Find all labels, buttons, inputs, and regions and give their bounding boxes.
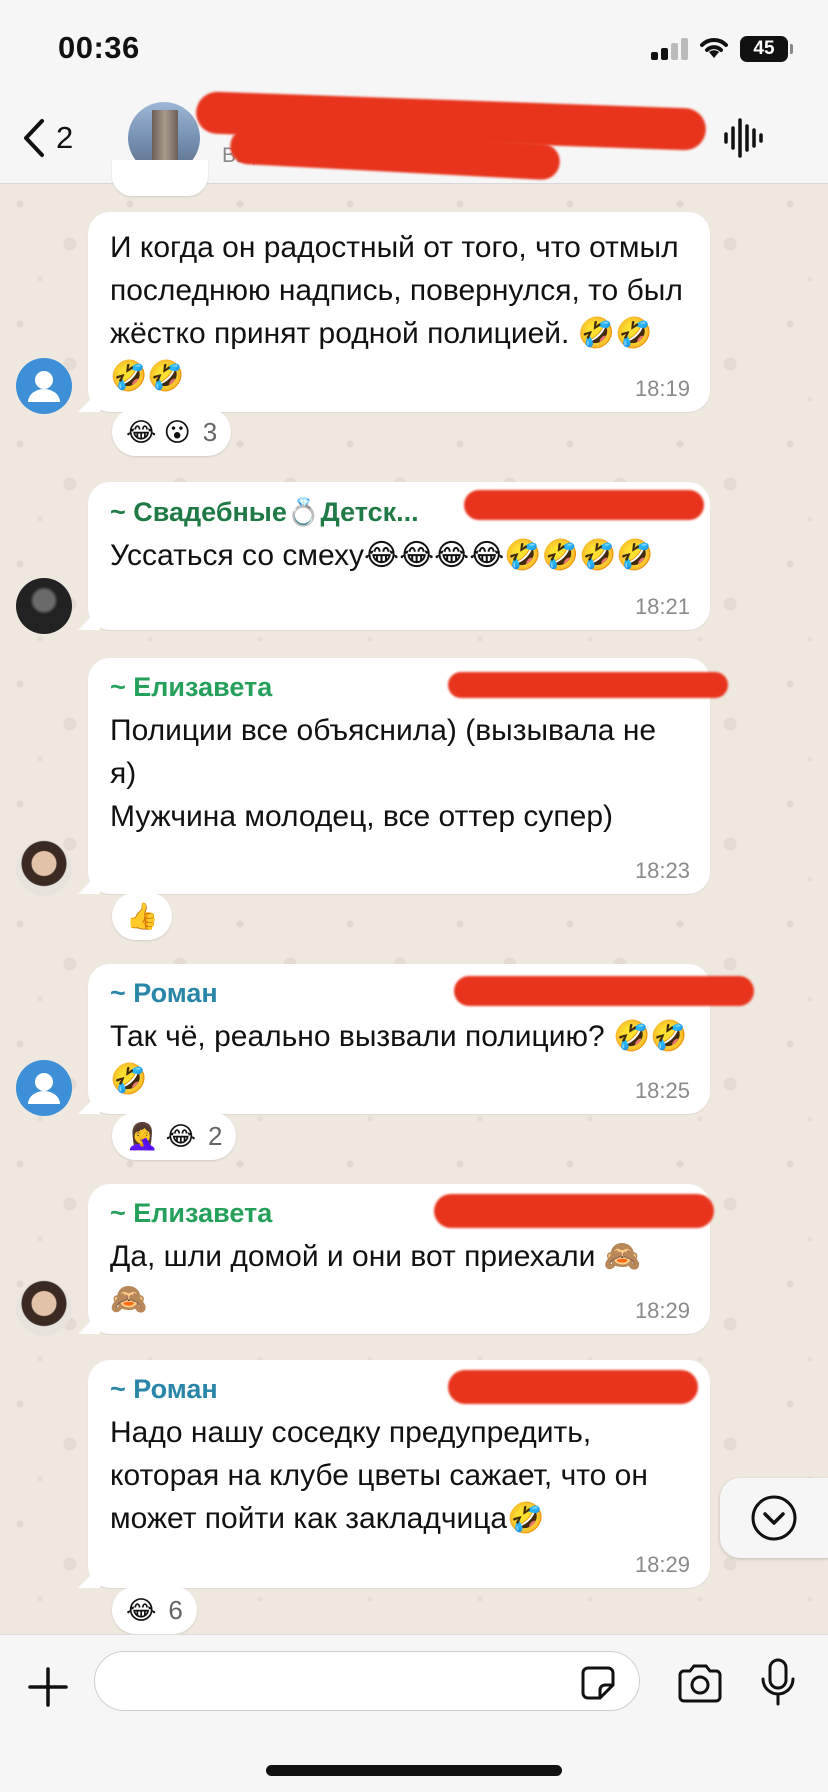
reaction-count: 2 <box>207 1120 223 1151</box>
message-text: Да, шли домой и они вот приехали 🙈🙈 <box>110 1240 642 1316</box>
message-bubble[interactable]: ~ Елизавета Полиции все объяснила) (вызы… <box>88 658 728 894</box>
reaction-count: 3 <box>202 416 218 447</box>
avatar[interactable] <box>16 358 72 414</box>
voice-waveform-icon[interactable] <box>722 116 766 160</box>
avatar[interactable] <box>16 840 72 896</box>
default-avatar-icon <box>28 371 60 402</box>
message-text: Так чё, реально вызвали полицию? 🤣🤣🤣 <box>110 1020 688 1096</box>
status-bar: 00:36 45 <box>0 0 828 96</box>
reaction-bar[interactable]: 😂 😮 3 <box>112 408 232 456</box>
message-text: Уссаться со смеху😂😂😂😂🤣🤣🤣🤣 <box>110 539 654 572</box>
redaction-mark <box>464 490 704 520</box>
message-text: Надо нашу соседку предупредить, которая … <box>110 1416 657 1535</box>
home-indicator <box>266 1765 562 1776</box>
composer-bar <box>0 1634 828 1792</box>
chevron-down-icon <box>751 1495 797 1541</box>
reaction-bar-partial[interactable] <box>112 160 208 196</box>
message-time: 18:21 <box>634 594 690 619</box>
avatar[interactable] <box>16 578 72 634</box>
sticker-icon[interactable] <box>580 1665 616 1701</box>
redaction-mark <box>454 976 754 1006</box>
plus-icon[interactable] <box>26 1665 70 1709</box>
message-bubble[interactable]: ~ Елизавета Да, шли домой и они вот прие… <box>88 1184 714 1334</box>
default-avatar-icon <box>28 1073 60 1104</box>
message-time: 18:19 <box>634 376 690 401</box>
microphone-icon[interactable] <box>758 1657 798 1707</box>
avatar[interactable] <box>16 1280 72 1336</box>
message-time: 18:23 <box>634 858 690 883</box>
redaction-mark <box>448 672 728 698</box>
wifi-icon <box>700 38 728 58</box>
reaction-emojis: 👍 <box>126 900 159 931</box>
reaction-count: 6 <box>168 1594 183 1625</box>
message-time: 18:29 <box>634 1552 690 1577</box>
message-input[interactable] <box>94 1651 640 1711</box>
scroll-to-bottom-button[interactable] <box>720 1478 828 1558</box>
message-text: И когда он радостный от того, что отмыл … <box>110 231 692 393</box>
message-bubble[interactable]: ~ Роман Так чё, реально вызвали полицию?… <box>88 964 754 1114</box>
message-bubble[interactable]: ~ Роман Надо нашу соседку предупредить, … <box>88 1360 710 1588</box>
reaction-emojis: 😂 <box>126 1594 157 1625</box>
battery-indicator: 45 <box>740 36 793 62</box>
message-time: 18:25 <box>634 1078 690 1103</box>
redaction-mark <box>448 1370 698 1404</box>
message-bubble[interactable]: И когда он радостный от того, что отмыл … <box>88 212 710 412</box>
message-time: 18:29 <box>634 1298 690 1323</box>
back-button[interactable]: 2 <box>22 116 73 160</box>
camera-icon[interactable] <box>676 1663 724 1703</box>
back-chevron-icon <box>24 119 44 157</box>
reaction-bar[interactable]: 😂 6 <box>112 1586 197 1634</box>
message-bubble[interactable]: ~ Свадебные💍Детск... Уссаться со смеху😂😂… <box>88 482 710 630</box>
reaction-bar[interactable]: 🤦‍♀️ 😂 2 <box>112 1112 237 1160</box>
reaction-emojis: 😂 😮 <box>126 416 191 447</box>
reaction-bar[interactable]: 👍 <box>112 892 173 940</box>
unread-count: 2 <box>56 120 74 155</box>
redaction-mark <box>434 1194 714 1228</box>
avatar[interactable] <box>16 1060 72 1116</box>
cellular-signal-icon <box>651 38 691 60</box>
status-time: 00:36 <box>58 30 140 65</box>
message-text: Полиции все объяснила) (вызывала не я) М… <box>110 714 657 833</box>
reaction-emojis: 🤦‍♀️ 😂 <box>126 1120 196 1151</box>
